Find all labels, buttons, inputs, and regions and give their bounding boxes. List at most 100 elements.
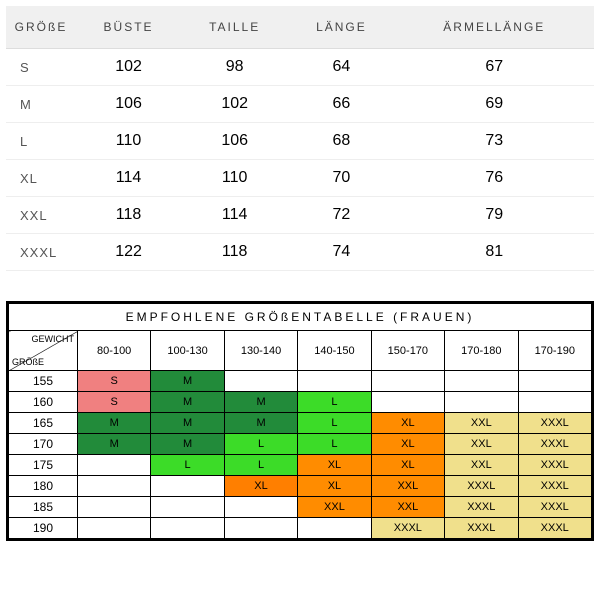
cell: 76 bbox=[395, 160, 594, 197]
size-cell: M bbox=[77, 434, 150, 455]
corner-weight: GEWICHT bbox=[31, 334, 74, 344]
size-cell: XL bbox=[298, 455, 371, 476]
height-header: 185 bbox=[9, 497, 78, 518]
cell: 66 bbox=[288, 86, 394, 123]
size-cell: XL bbox=[298, 476, 371, 497]
size-cell: XL bbox=[371, 455, 444, 476]
size-cell bbox=[151, 497, 224, 518]
cell: 64 bbox=[288, 49, 394, 86]
size-cell: XXXL bbox=[445, 518, 518, 539]
size-cell: XL bbox=[371, 434, 444, 455]
size-cell bbox=[371, 392, 444, 413]
cell: 72 bbox=[288, 197, 394, 234]
size-cell: XXXL bbox=[445, 497, 518, 518]
size-cell: XXXL bbox=[518, 518, 592, 539]
cell: 68 bbox=[288, 123, 394, 160]
size-cell: S bbox=[77, 371, 150, 392]
size-cell bbox=[298, 371, 371, 392]
cell: 79 bbox=[395, 197, 594, 234]
recommended-size-table: EMPFOHLENE GRÖßENTABELLE (FRAUEN) GEWICH… bbox=[8, 303, 592, 539]
cell: 81 bbox=[395, 234, 594, 271]
cell: 73 bbox=[395, 123, 594, 160]
table-row: 160SMML bbox=[9, 392, 592, 413]
col-header: TAILLE bbox=[181, 6, 288, 49]
height-header: 175 bbox=[9, 455, 78, 476]
table-row: XL1141107076 bbox=[6, 160, 594, 197]
cell: 118 bbox=[76, 197, 181, 234]
size-cell bbox=[77, 455, 150, 476]
height-header: 190 bbox=[9, 518, 78, 539]
corner-size: GRÖßE bbox=[12, 357, 44, 367]
size-cell: L bbox=[224, 455, 297, 476]
cell: 70 bbox=[288, 160, 394, 197]
size-cell bbox=[445, 371, 518, 392]
cell: 110 bbox=[76, 123, 181, 160]
table-row: 175LLXLXLXXLXXXL bbox=[9, 455, 592, 476]
cell: 106 bbox=[76, 86, 181, 123]
cell: 102 bbox=[181, 86, 288, 123]
size-cell: L bbox=[151, 455, 224, 476]
size-cell bbox=[151, 476, 224, 497]
size-cell: XXXL bbox=[518, 476, 592, 497]
size-cell: XXXL bbox=[518, 497, 592, 518]
size-cell: S bbox=[77, 392, 150, 413]
size-cell bbox=[151, 518, 224, 539]
table-row: 180XLXLXXLXXXLXXXL bbox=[9, 476, 592, 497]
size-cell bbox=[224, 371, 297, 392]
cell: 114 bbox=[181, 197, 288, 234]
cell: 67 bbox=[395, 49, 594, 86]
weight-header: 170-180 bbox=[445, 331, 518, 371]
measurements-table: GRÖßEBÜSTETAILLELÄNGEÄRMELLÄNGE S1029864… bbox=[6, 6, 594, 271]
table-row: L1101066873 bbox=[6, 123, 594, 160]
size-cell: XL bbox=[371, 413, 444, 434]
cell: M bbox=[6, 86, 76, 123]
height-header: 165 bbox=[9, 413, 78, 434]
size-cell bbox=[224, 518, 297, 539]
size-cell: L bbox=[298, 413, 371, 434]
cell: 114 bbox=[76, 160, 181, 197]
size-cell: XXL bbox=[298, 497, 371, 518]
size-cell: XXL bbox=[445, 413, 518, 434]
cell: 106 bbox=[181, 123, 288, 160]
height-header: 155 bbox=[9, 371, 78, 392]
weight-header: 140-150 bbox=[298, 331, 371, 371]
size-cell bbox=[518, 392, 592, 413]
col-header: ÄRMELLÄNGE bbox=[395, 6, 594, 49]
size-cell: L bbox=[298, 392, 371, 413]
weight-header: 100-130 bbox=[151, 331, 224, 371]
weight-header: 130-140 bbox=[224, 331, 297, 371]
size-cell: M bbox=[224, 413, 297, 434]
cell: XXL bbox=[6, 197, 76, 234]
height-header: 160 bbox=[9, 392, 78, 413]
table-row: 185XXLXXLXXXLXXXL bbox=[9, 497, 592, 518]
cell: 74 bbox=[288, 234, 394, 271]
corner-cell: GEWICHT GRÖßE bbox=[9, 331, 78, 371]
size-cell: XXXL bbox=[445, 476, 518, 497]
table-row: 165MMMLXLXXLXXXL bbox=[9, 413, 592, 434]
size-cell bbox=[445, 392, 518, 413]
size-cell: XXXL bbox=[371, 518, 444, 539]
cell: 110 bbox=[181, 160, 288, 197]
size-cell bbox=[77, 497, 150, 518]
size-cell bbox=[224, 497, 297, 518]
size-cell: XXXL bbox=[518, 455, 592, 476]
table-row: 170MMLLXLXXLXXXL bbox=[9, 434, 592, 455]
col-header: LÄNGE bbox=[288, 6, 394, 49]
height-header: 180 bbox=[9, 476, 78, 497]
size-cell bbox=[77, 518, 150, 539]
cell: 69 bbox=[395, 86, 594, 123]
size-cell: M bbox=[151, 371, 224, 392]
size-cell bbox=[298, 518, 371, 539]
size-cell bbox=[77, 476, 150, 497]
table-row: M1061026669 bbox=[6, 86, 594, 123]
cell: XL bbox=[6, 160, 76, 197]
size-cell: M bbox=[224, 392, 297, 413]
table-title: EMPFOHLENE GRÖßENTABELLE (FRAUEN) bbox=[9, 304, 592, 331]
size-cell: M bbox=[151, 413, 224, 434]
cell: L bbox=[6, 123, 76, 160]
cell: 98 bbox=[181, 49, 288, 86]
col-header: GRÖßE bbox=[6, 6, 76, 49]
weight-header: 80-100 bbox=[77, 331, 150, 371]
size-cell: L bbox=[298, 434, 371, 455]
size-cell bbox=[518, 371, 592, 392]
